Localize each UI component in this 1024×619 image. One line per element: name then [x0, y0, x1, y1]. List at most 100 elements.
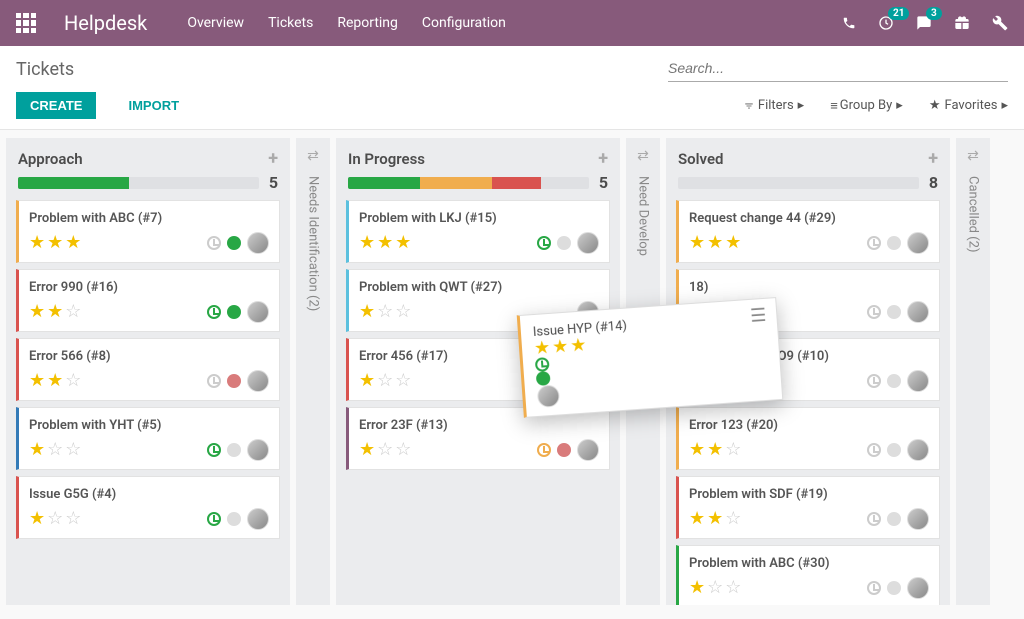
- star-icon[interactable]: ★: [725, 234, 741, 252]
- kanban-card[interactable]: Error 990 (#16) ★★☆: [16, 269, 280, 332]
- star-icon[interactable]: ☆: [377, 303, 393, 321]
- gift-icon[interactable]: [954, 15, 970, 31]
- star-icon[interactable]: ★: [359, 234, 375, 252]
- apps-icon[interactable]: [16, 13, 36, 33]
- tools-icon[interactable]: [992, 15, 1008, 31]
- star-icon[interactable]: ☆: [65, 372, 81, 390]
- star-icon[interactable]: ★: [29, 372, 45, 390]
- star-rating[interactable]: ★★☆: [689, 510, 741, 528]
- collapsed-column[interactable]: ⇄Cancelled (2): [956, 138, 990, 605]
- kanban-card[interactable]: Problem with SDF (#19) ★★☆: [676, 476, 940, 539]
- kanban-card[interactable]: Issue G5G (#4) ★☆☆: [16, 476, 280, 539]
- star-icon[interactable]: ☆: [725, 510, 741, 528]
- clock-icon: [867, 374, 881, 388]
- star-icon[interactable]: ☆: [377, 372, 393, 390]
- star-icon[interactable]: ★: [29, 510, 45, 528]
- star-icon[interactable]: ★: [552, 338, 569, 357]
- star-icon[interactable]: ★: [534, 339, 551, 358]
- clock-icon[interactable]: 21: [878, 15, 894, 31]
- star-icon[interactable]: ★: [47, 303, 63, 321]
- star-icon[interactable]: ☆: [707, 579, 723, 597]
- kanban-card[interactable]: Problem with ABC (#30) ★☆☆: [676, 545, 940, 605]
- clock-icon: [207, 443, 221, 457]
- star-icon[interactable]: ★: [47, 372, 63, 390]
- star-icon[interactable]: ★: [707, 441, 723, 459]
- star-icon[interactable]: ☆: [65, 303, 81, 321]
- star-icon[interactable]: ★: [377, 234, 393, 252]
- clock-icon: [207, 236, 221, 250]
- star-rating[interactable]: ★★★: [29, 234, 81, 252]
- star-icon[interactable]: ☆: [47, 510, 63, 528]
- kanban-card[interactable]: Error 23F (#13) ★☆☆: [346, 407, 610, 470]
- phone-icon[interactable]: [842, 16, 856, 30]
- star-rating[interactable]: ★★☆: [29, 303, 81, 321]
- star-rating[interactable]: ★★☆: [29, 372, 81, 390]
- clock-icon: [867, 443, 881, 457]
- star-rating[interactable]: ★☆☆: [29, 510, 81, 528]
- star-icon[interactable]: ☆: [65, 441, 81, 459]
- star-icon[interactable]: ★: [359, 372, 375, 390]
- star-icon[interactable]: ★: [689, 579, 705, 597]
- star-rating[interactable]: ★☆☆: [359, 303, 411, 321]
- star-icon[interactable]: ★: [689, 510, 705, 528]
- star-icon[interactable]: ☆: [65, 510, 81, 528]
- add-card-button[interactable]: +: [598, 148, 608, 169]
- star-icon[interactable]: ★: [47, 234, 63, 252]
- kanban-card[interactable]: Request change 44 (#29) ★★★: [676, 200, 940, 263]
- progress-bar: [18, 177, 259, 189]
- search-input[interactable]: [668, 60, 1008, 76]
- status-dot: [557, 443, 571, 457]
- breadcrumb: Tickets: [16, 59, 668, 80]
- favorites-dropdown[interactable]: ★ Favorites ▸: [929, 98, 1008, 114]
- star-rating[interactable]: ★☆☆: [359, 441, 411, 459]
- star-icon[interactable]: ★: [29, 303, 45, 321]
- star-icon[interactable]: ★: [359, 441, 375, 459]
- kanban-card[interactable]: Problem with ABC (#7) ★★★: [16, 200, 280, 263]
- star-icon[interactable]: ★: [29, 234, 45, 252]
- star-icon[interactable]: ★: [29, 441, 45, 459]
- nav-configuration[interactable]: Configuration: [422, 15, 506, 31]
- star-icon[interactable]: ★: [395, 234, 411, 252]
- star-rating[interactable]: ★☆☆: [29, 441, 81, 459]
- star-rating[interactable]: ★★★: [689, 234, 741, 252]
- kanban-card[interactable]: Error 566 (#8) ★★☆: [16, 338, 280, 401]
- star-icon[interactable]: ☆: [395, 441, 411, 459]
- status-dot: [227, 305, 241, 319]
- star-rating[interactable]: ★★★: [359, 234, 411, 252]
- filters-dropdown[interactable]: Filters ▸: [744, 98, 804, 114]
- dragging-card[interactable]: ☰ Issue HYP (#14) ★★★: [517, 297, 784, 418]
- kanban-card[interactable]: Problem with LKJ (#15) ★★★: [346, 200, 610, 263]
- star-icon[interactable]: ☆: [47, 441, 63, 459]
- star-icon[interactable]: ★: [707, 510, 723, 528]
- create-button[interactable]: Create: [16, 92, 96, 119]
- star-icon[interactable]: ☆: [725, 579, 741, 597]
- status-dot: [887, 443, 901, 457]
- nav-menu: Overview Tickets Reporting Configuration: [187, 15, 842, 31]
- star-icon[interactable]: ★: [707, 234, 723, 252]
- status-dot: [887, 305, 901, 319]
- star-icon[interactable]: ☆: [725, 441, 741, 459]
- nav-reporting[interactable]: Reporting: [337, 15, 398, 31]
- search-box[interactable]: [668, 56, 1008, 82]
- star-icon[interactable]: ☆: [395, 372, 411, 390]
- star-icon[interactable]: ★: [65, 234, 81, 252]
- groupby-dropdown[interactable]: ≡ Group By ▸: [830, 98, 903, 114]
- star-icon[interactable]: ☆: [395, 303, 411, 321]
- star-rating[interactable]: ★☆☆: [359, 372, 411, 390]
- star-icon[interactable]: ★: [689, 234, 705, 252]
- star-icon[interactable]: ☆: [377, 441, 393, 459]
- kanban-card[interactable]: Problem with YHT (#5) ★☆☆: [16, 407, 280, 470]
- add-card-button[interactable]: +: [928, 148, 938, 169]
- kanban-card[interactable]: Error 123 (#20) ★★☆: [676, 407, 940, 470]
- star-icon[interactable]: ★: [689, 441, 705, 459]
- nav-tickets[interactable]: Tickets: [268, 15, 313, 31]
- import-button[interactable]: Import: [114, 92, 193, 119]
- nav-overview[interactable]: Overview: [187, 15, 244, 31]
- add-card-button[interactable]: +: [268, 148, 278, 169]
- star-icon[interactable]: ★: [570, 336, 587, 355]
- chat-icon[interactable]: 3: [916, 15, 932, 31]
- star-rating[interactable]: ★☆☆: [689, 579, 741, 597]
- star-icon[interactable]: ★: [359, 303, 375, 321]
- collapsed-column[interactable]: ⇄Needs Identification (2): [296, 138, 330, 605]
- star-rating[interactable]: ★★☆: [689, 441, 741, 459]
